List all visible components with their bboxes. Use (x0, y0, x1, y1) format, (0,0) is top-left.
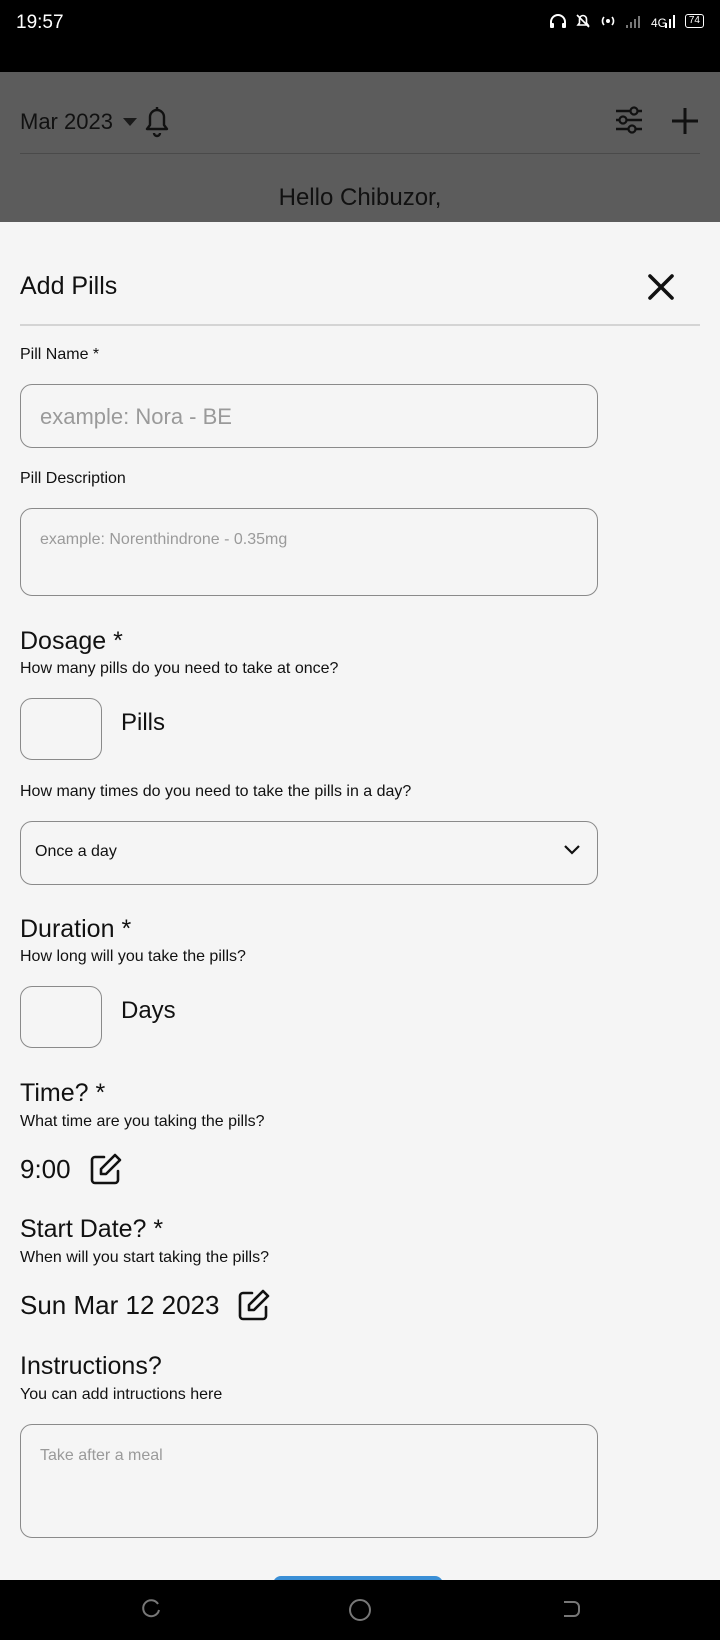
instructions-placeholder: Take after a meal (40, 1447, 163, 1464)
pill-name-input[interactable]: example: Nora - BE (20, 384, 598, 448)
time-value: 9:00 (20, 1153, 71, 1184)
headphones-icon (549, 14, 566, 28)
close-icon[interactable] (645, 271, 677, 303)
pill-description-input[interactable]: example: Norenthindrone - 0.35mg (20, 508, 598, 596)
signal-weak-icon (625, 16, 640, 28)
status-icons: 4G 74 (549, 13, 704, 29)
start-date-title: Start Date? * (20, 1215, 164, 1243)
status-time: 19:57 (16, 12, 64, 33)
svg-text:4G: 4G (651, 16, 667, 29)
chevron-down-icon (564, 845, 580, 855)
recents-icon[interactable] (140, 1598, 162, 1620)
time-title: Time? * (20, 1079, 106, 1107)
sliders-icon[interactable] (614, 106, 644, 134)
dosage-count-input[interactable] (20, 698, 102, 760)
signal-strong-icon: 4G (651, 15, 675, 29)
start-date-value: Sun Mar 12 2023 (20, 1289, 220, 1320)
sheet-title: Add Pills (20, 272, 118, 300)
frequency-value: Once a day (35, 843, 117, 860)
start-date-row: Sun Mar 12 2023 (20, 1288, 271, 1322)
month-label: Mar 2023 (20, 109, 113, 134)
instructions-title: Instructions? (20, 1352, 162, 1380)
duration-question: How long will you take the pills? (20, 948, 246, 965)
pill-name-label: Pill Name * (20, 346, 100, 363)
mute-bell-icon (576, 14, 590, 28)
frequency-select[interactable]: Once a day (20, 821, 598, 885)
edit-icon[interactable] (89, 1152, 123, 1186)
dosage-question: How many pills do you need to take at on… (20, 660, 339, 677)
instructions-input[interactable]: Take after a meal (20, 1424, 598, 1538)
pill-name-placeholder: example: Nora - BE (40, 404, 232, 429)
start-date-question: When will you start taking the pills? (20, 1249, 269, 1266)
app-header: Mar 2023 Hello Chibuzor, (0, 72, 720, 222)
hotspot-icon (601, 16, 615, 26)
battery-indicator: 74 (684, 14, 704, 28)
pill-description-placeholder: example: Norenthindrone - 0.35mg (40, 531, 288, 548)
time-question: What time are you taking the pills? (20, 1113, 265, 1130)
month-picker[interactable]: Mar 2023 (20, 109, 137, 135)
bell-icon[interactable] (142, 104, 172, 138)
plus-icon[interactable] (670, 106, 700, 136)
greeting: Hello Chibuzor, (278, 184, 442, 211)
dosage-unit: Pills (121, 709, 166, 736)
duration-title: Duration * (20, 915, 132, 943)
add-pills-sheet: Add Pills Pill Name * example: Nora - BE… (0, 222, 720, 1586)
header-divider (20, 153, 700, 154)
back-icon[interactable] (560, 1598, 582, 1620)
home-icon[interactable] (348, 1598, 372, 1622)
system-nav-bar (0, 1580, 720, 1640)
instructions-question: You can add intructions here (20, 1386, 223, 1403)
time-row: 9:00 (20, 1152, 123, 1186)
caret-down-icon (122, 118, 137, 126)
dosage-title: Dosage * (20, 627, 123, 655)
duration-unit: Days (121, 997, 176, 1024)
duration-days-input[interactable] (20, 986, 102, 1048)
edit-icon[interactable] (237, 1288, 271, 1322)
sheet-divider (20, 324, 700, 326)
pill-description-label: Pill Description (20, 470, 126, 487)
frequency-question: How many times do you need to take the p… (20, 783, 412, 800)
status-bar: 19:57 4G 74 (0, 0, 720, 72)
